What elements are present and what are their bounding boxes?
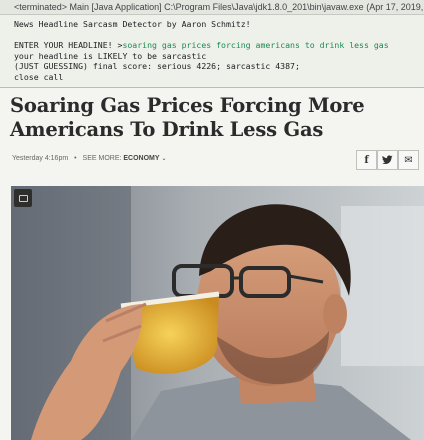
chevron-down-icon[interactable]: ⌄ xyxy=(162,156,167,162)
console-input-line: ENTER YOUR HEADLINE! >soaring gas prices… xyxy=(14,40,424,51)
console-score-line: (JUST GUESSING) final score: serious 422… xyxy=(14,61,300,72)
facebook-share-button[interactable]: f xyxy=(356,150,377,170)
twitter-icon xyxy=(382,155,393,164)
article-meta: Yesterday 4:16pm • SEE MORE: ECONOMY ⌄ xyxy=(12,155,167,162)
meta-separator: • xyxy=(74,155,77,162)
console-panel: <terminated> Main [Java Application] C:\… xyxy=(0,0,424,88)
news-article: Soaring Gas Prices Forcing More American… xyxy=(0,88,424,440)
photo-illustration xyxy=(11,186,424,440)
section-link[interactable]: ECONOMY xyxy=(123,155,159,162)
console-app-line: News Headline Sarcasm Detector by Aaron … xyxy=(14,19,251,29)
gallery-icon[interactable] xyxy=(14,189,32,207)
console-user-input: soaring gas prices forcing americans to … xyxy=(122,40,389,51)
console-title: <terminated> Main [Java Application] C:\… xyxy=(0,0,424,15)
article-timestamp: Yesterday 4:16pm xyxy=(12,155,69,162)
email-share-button[interactable]: ✉ xyxy=(398,150,419,170)
facebook-icon: f xyxy=(364,154,369,166)
console-result-line: your headline is LIKELY to be sarcastic xyxy=(14,50,207,61)
see-more-label: SEE MORE: xyxy=(82,155,122,162)
console-close-line: close call xyxy=(14,71,64,82)
console-prompt: ENTER YOUR HEADLINE! > xyxy=(14,40,123,51)
article-photo[interactable] xyxy=(11,186,424,440)
article-headline: Soaring Gas Prices Forcing More American… xyxy=(10,94,365,141)
twitter-share-button[interactable] xyxy=(377,150,398,170)
email-icon: ✉ xyxy=(404,154,413,166)
console-output[interactable]: News Headline Sarcasm Detector by Aaron … xyxy=(0,15,424,83)
